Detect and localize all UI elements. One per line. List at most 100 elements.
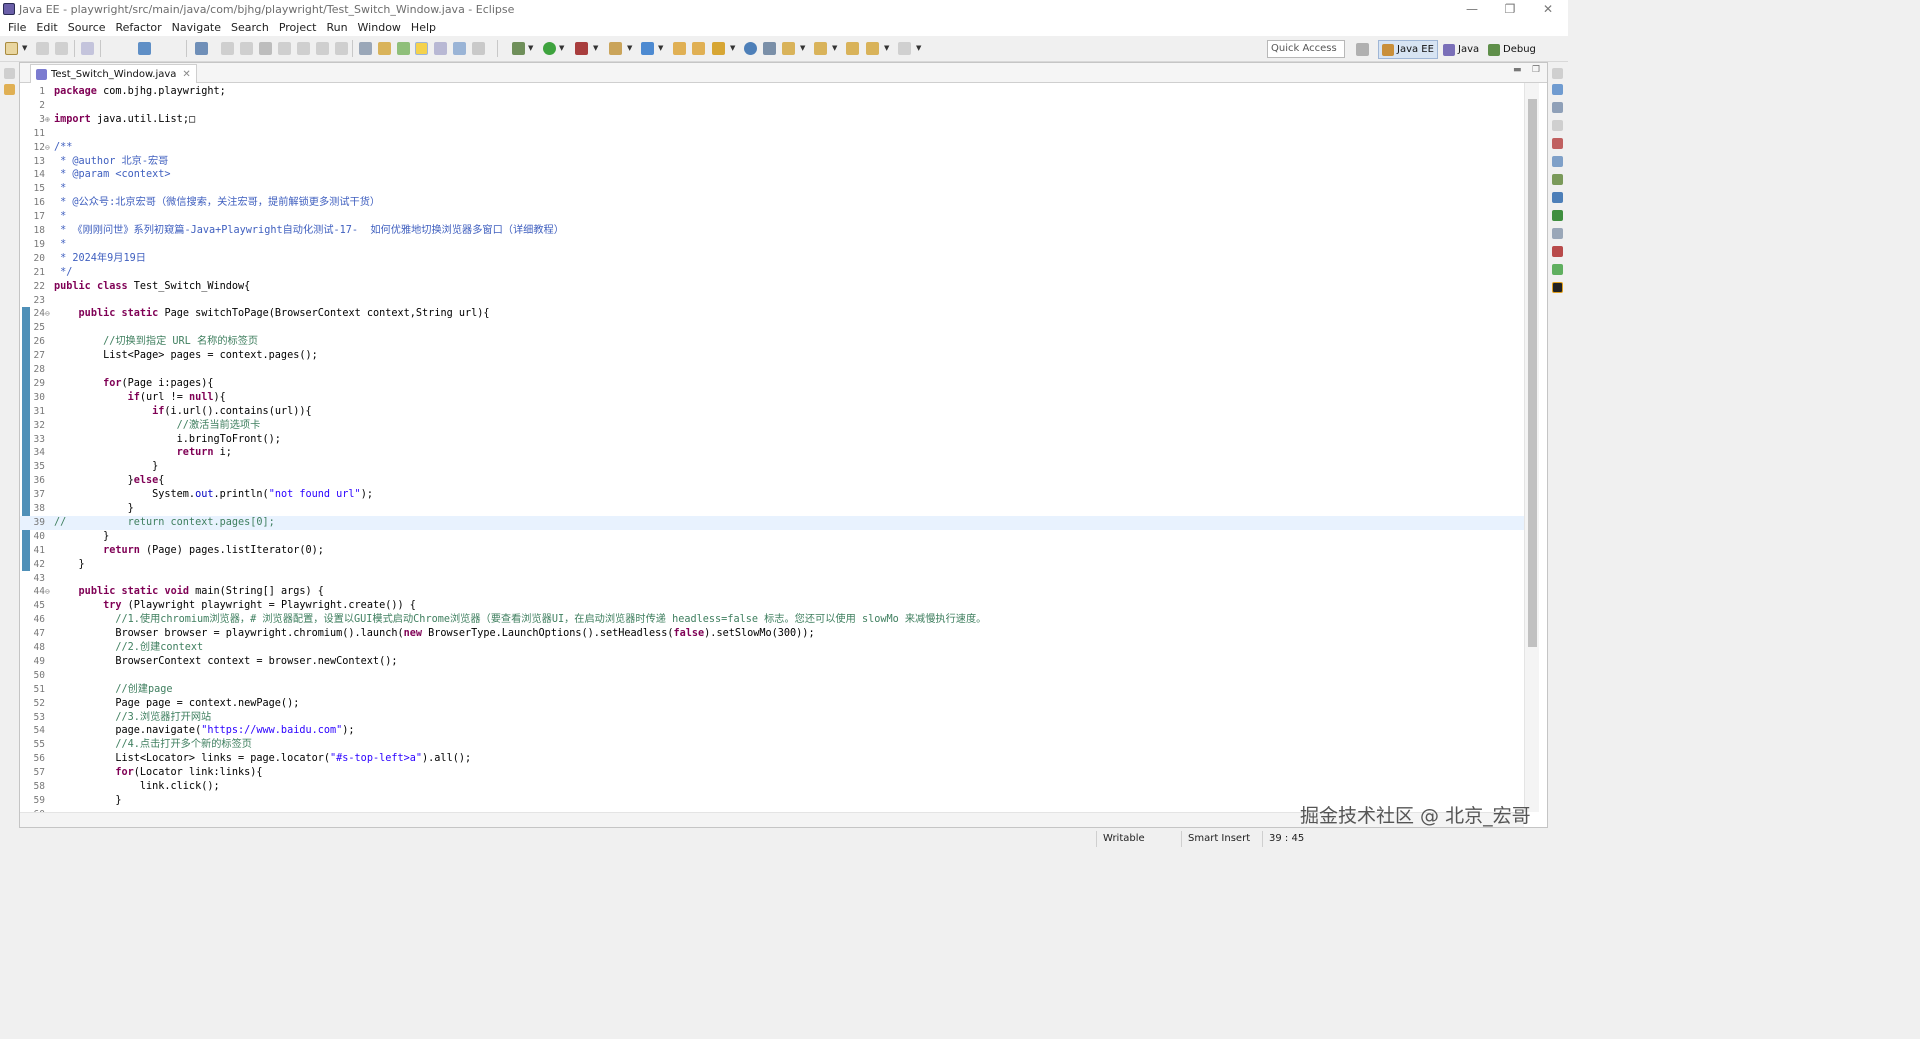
mark-occurrences-icon[interactable]	[397, 42, 410, 55]
fold-expand-icon[interactable]: ⊕	[45, 113, 50, 127]
previous-annotation-dropdown-icon[interactable]: ▼	[832, 40, 837, 57]
code-line[interactable]: 43	[20, 572, 1524, 586]
code-line[interactable]: 20 * 2024年9月19日	[20, 252, 1524, 266]
code-line[interactable]: 21 */	[20, 266, 1524, 280]
toggle-block-selection-icon[interactable]	[359, 42, 372, 55]
code-line[interactable]: 50	[20, 669, 1524, 683]
markers-icon[interactable]	[1552, 138, 1563, 149]
menu-file[interactable]: File	[3, 21, 31, 34]
open-type-icon[interactable]	[673, 42, 686, 55]
code-line[interactable]: 29 for(Page i:pages){	[20, 377, 1524, 391]
code-line[interactable]: 52 Page page = context.newPage();	[20, 697, 1524, 711]
vertical-scroll-thumb[interactable]	[1528, 99, 1537, 647]
step-into-icon[interactable]	[297, 42, 310, 55]
code-line[interactable]: 17 *	[20, 210, 1524, 224]
disconnect-icon[interactable]	[278, 42, 291, 55]
menu-edit[interactable]: Edit	[31, 21, 62, 34]
code-area[interactable]: 1 package com.bjhg.playwright; 2 3 ⊕ import j…	[20, 83, 1524, 812]
code-line[interactable]: 42 }	[20, 558, 1524, 572]
code-line[interactable]: 14 * @param <context>	[20, 168, 1524, 182]
servers-icon[interactable]	[1552, 174, 1563, 185]
search-dropdown-icon[interactable]: ▼	[730, 40, 735, 57]
code-line[interactable]: 2	[20, 99, 1524, 113]
outline-icon[interactable]	[1552, 84, 1563, 95]
fold-collapse-icon[interactable]: ⊖	[45, 141, 50, 155]
task-list-icon[interactable]	[1552, 102, 1563, 113]
open-task-icon[interactable]	[692, 42, 705, 55]
open-console-icon[interactable]	[138, 42, 151, 55]
code-line[interactable]: 46 //1.使用chromium浏览器，# 浏览器配置，设置以GUI模式启动C…	[20, 613, 1524, 627]
next-annotation-dropdown-icon[interactable]: ▼	[800, 40, 805, 57]
code-line[interactable]: 24 ⊖ public static Page switchToPage(Brow…	[20, 307, 1524, 321]
coverage-dropdown-icon[interactable]: ▼	[593, 40, 598, 57]
code-line[interactable]: 34 return i;	[20, 446, 1524, 460]
server-dropdown-icon[interactable]: ▼	[658, 40, 663, 57]
vertical-scrollbar[interactable]	[1524, 83, 1539, 812]
highlight-icon[interactable]	[415, 42, 428, 55]
menu-navigate[interactable]: Navigate	[167, 21, 226, 34]
menu-run[interactable]: Run	[321, 21, 352, 34]
horizontal-scrollbar[interactable]	[20, 812, 1524, 827]
code-line[interactable]: 54 page.navigate("https://www.baidu.com"…	[20, 724, 1524, 738]
restore-button[interactable]: ❐	[1490, 0, 1530, 18]
menu-source[interactable]: Source	[63, 21, 111, 34]
code-line[interactable]: 35 }	[20, 460, 1524, 474]
problems-icon[interactable]	[1552, 228, 1563, 239]
terminate-icon[interactable]	[259, 42, 272, 55]
save-all-icon[interactable]	[55, 42, 68, 55]
open-perspective-icon[interactable]	[1356, 43, 1369, 56]
minimized-stack-icon[interactable]	[1552, 120, 1563, 131]
terminal-icon[interactable]	[1552, 282, 1563, 293]
code-line[interactable]: 58 link.click();	[20, 780, 1524, 794]
code-line[interactable]: 30 if(url != null){	[20, 391, 1524, 405]
toggle-word-wrap-icon[interactable]	[378, 42, 391, 55]
show-whitespace-icon[interactable]	[434, 42, 447, 55]
external-tools-dropdown-icon[interactable]: ▼	[627, 40, 632, 57]
print-icon[interactable]	[81, 42, 94, 55]
code-line[interactable]: 22 public class Test_Switch_Window{	[20, 280, 1524, 294]
data-source-explorer-icon[interactable]	[1552, 192, 1563, 203]
back-dropdown-icon[interactable]: ▼	[884, 40, 889, 57]
code-line[interactable]: 56 List<Locator> links = page.locator("#…	[20, 752, 1524, 766]
run-coverage-icon[interactable]	[575, 42, 588, 55]
debug-icon[interactable]	[512, 42, 525, 55]
code-line[interactable]: 19 *	[20, 238, 1524, 252]
editor-tab-test-switch-window[interactable]: Test_Switch_Window.java ✕	[30, 64, 197, 83]
web-services-icon[interactable]	[763, 42, 776, 55]
new-icon[interactable]	[5, 42, 18, 55]
maximize-editor-icon[interactable]: ❐	[1532, 65, 1540, 75]
save-icon[interactable]	[36, 42, 49, 55]
back-icon[interactable]	[866, 42, 879, 55]
console-icon[interactable]	[1552, 246, 1563, 257]
close-tab-icon[interactable]: ✕	[182, 69, 190, 80]
skip-breakpoints-icon[interactable]	[195, 42, 208, 55]
step-over-icon[interactable]	[316, 42, 329, 55]
menu-refactor[interactable]: Refactor	[111, 21, 167, 34]
menu-window[interactable]: Window	[353, 21, 406, 34]
paragraph-icon[interactable]	[472, 42, 485, 55]
external-tools-icon[interactable]	[609, 42, 622, 55]
forward-dropdown-icon[interactable]: ▼	[916, 40, 921, 57]
run-icon[interactable]	[543, 42, 556, 55]
code-line[interactable]: 53 //3.浏览器打开网站	[20, 711, 1524, 725]
code-line[interactable]: 36 }else{	[20, 474, 1524, 488]
minimize-button[interactable]: —	[1452, 0, 1492, 18]
code-line[interactable]: 26 //切换到指定 URL 名称的标签页	[20, 335, 1524, 349]
run-dropdown-icon[interactable]: ▼	[559, 40, 564, 57]
code-line[interactable]: 48 //2.创建context	[20, 641, 1524, 655]
fold-collapse-icon[interactable]: ⊖	[45, 307, 50, 321]
code-line[interactable]: 1 package com.bjhg.playwright;	[20, 85, 1524, 99]
perspective-java[interactable]: Java	[1440, 40, 1482, 59]
resume-icon[interactable]	[221, 42, 234, 55]
code-line[interactable]: 49 BrowserContext context = browser.newC…	[20, 655, 1524, 669]
suspend-icon[interactable]	[240, 42, 253, 55]
status-cursor-position[interactable]: 39 : 45	[1262, 831, 1332, 847]
code-line[interactable]: 59 }	[20, 794, 1524, 808]
step-return-icon[interactable]	[335, 42, 348, 55]
restore-view-icon[interactable]	[4, 68, 15, 79]
code-line[interactable]: 44 ⊖ public static void main(String[] arg…	[20, 585, 1524, 599]
code-line[interactable]: 13 * @author 北京-宏哥	[20, 155, 1524, 169]
code-line[interactable]: 40 }	[20, 530, 1524, 544]
code-line[interactable]: 57 for(Locator link:links){	[20, 766, 1524, 780]
minimize-editor-icon[interactable]: ▬	[1513, 65, 1522, 75]
